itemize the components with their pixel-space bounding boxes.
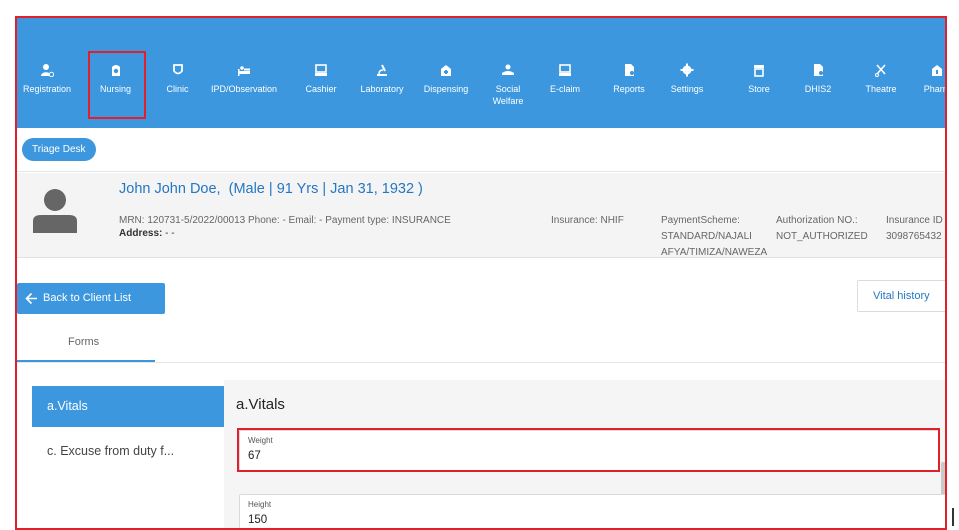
weight-field[interactable]: Weight 67 xyxy=(239,430,939,472)
patient-details: (Male | 91 Yrs | Jan 31, 1932 ) xyxy=(228,181,423,197)
nav-laboratory[interactable]: Laboratory xyxy=(355,56,409,128)
report-icon xyxy=(625,64,634,76)
nav-cashier[interactable]: Cashier xyxy=(298,56,344,128)
text-cursor-mark xyxy=(952,508,954,526)
nav-clinic-label: Clinic xyxy=(166,84,189,94)
nav-social-label: Social xyxy=(495,84,521,94)
tab-forms[interactable]: Forms xyxy=(15,327,155,362)
back-to-client-list-button[interactable]: Back to Client List xyxy=(17,283,165,314)
nav-dhis2-label: DHIS2 xyxy=(804,84,832,94)
patient-banner: John John Doe, (Male | 91 Yrs | Jan 31, … xyxy=(15,173,947,258)
document-icon xyxy=(814,64,823,76)
authorization-label: Authorization NO.: xyxy=(776,215,858,226)
insurance-id-value: 3098765432 xyxy=(886,231,942,242)
person-add-icon xyxy=(41,64,54,77)
nav-store-label: Store xyxy=(748,84,770,94)
nurse-icon xyxy=(111,65,120,76)
nav-nursing-label: Nursing xyxy=(99,84,131,94)
nav-pharmacy[interactable]: Pharm xyxy=(915,56,947,128)
shield-icon xyxy=(172,64,183,75)
authorization: Authorization NO.: NOT_AUTHORIZED xyxy=(776,213,868,245)
scissors-icon xyxy=(875,64,886,77)
vital-history-button[interactable]: Vital history xyxy=(857,280,947,312)
top-bar xyxy=(15,16,947,56)
authorization-value: NOT_AUTHORIZED xyxy=(776,231,868,242)
payment-scheme: PaymentScheme: STANDARD/NAJALI AFYA/TIMI… xyxy=(661,213,767,261)
weight-label: Weight xyxy=(248,436,273,445)
payment-scheme-value: STANDARD/NAJALI xyxy=(661,231,752,242)
nav-laboratory-label: Laboratory xyxy=(360,84,404,94)
nav-nursing[interactable]: Nursing xyxy=(88,56,143,128)
arrow-left-icon xyxy=(25,292,37,305)
height-value: 150 xyxy=(248,514,268,526)
pharmacy-icon xyxy=(932,65,942,76)
welfare-icon xyxy=(502,64,514,75)
insurance-id: Insurance ID 3098765432 xyxy=(886,213,943,245)
nav-reports-label: Reports xyxy=(613,84,645,94)
nav-ipd-label: IPD/Observation xyxy=(210,84,278,94)
nav-pharmacy-label: Pharm xyxy=(923,84,947,94)
nav-store[interactable]: Store xyxy=(737,56,781,128)
microscope-icon xyxy=(377,64,387,76)
height-field[interactable]: Height 150 xyxy=(239,494,947,530)
gear-icon xyxy=(680,63,694,77)
form-title: a.Vitals xyxy=(236,396,285,413)
nav-clinic[interactable]: Clinic xyxy=(155,56,200,128)
patient-name: John John Doe, xyxy=(119,181,221,197)
nav-theatre[interactable]: Theatre xyxy=(861,56,901,128)
nav-reports[interactable]: Reports xyxy=(607,56,651,128)
nav-settings[interactable]: Settings xyxy=(665,56,709,128)
nav-registration[interactable]: Registration xyxy=(17,56,77,128)
nav-registration-label: Registration xyxy=(22,84,72,94)
nav-cashier-label: Cashier xyxy=(305,84,337,94)
weight-value: 67 xyxy=(248,450,261,462)
patient-name-line: John John Doe, (Male | 91 Yrs | Jan 31, … xyxy=(119,181,423,197)
address-label: Address: xyxy=(119,228,163,239)
payment-scheme-label: PaymentScheme: xyxy=(661,215,740,226)
nav-e-claim-label: E-claim xyxy=(549,84,580,94)
height-label: Height xyxy=(248,500,272,509)
nav-settings-label: Settings xyxy=(670,84,704,94)
sidebar-item-vitals[interactable]: a.Vitals xyxy=(32,386,224,427)
nav-welfare-label: Welfare xyxy=(492,96,524,106)
sub-toolbar: Triage Desk xyxy=(15,128,947,172)
tab-divider xyxy=(15,362,947,363)
nav-social-welfare[interactable]: Social Welfare xyxy=(485,56,531,128)
nav-dispensing[interactable]: Dispensing xyxy=(416,56,476,128)
app-window: Registration Nursing Clinic IPD/Observat… xyxy=(15,16,947,530)
claim-icon xyxy=(559,64,571,76)
main-nav: Registration Nursing Clinic IPD/Observat… xyxy=(15,56,947,128)
patient-mrn-line: MRN: 120731-5/2022/00013 Phone: - Email:… xyxy=(119,215,451,226)
nav-dhis2[interactable]: DHIS2 xyxy=(798,56,838,128)
address-value: - - xyxy=(162,228,175,239)
nav-theatre-label: Theatre xyxy=(865,84,897,94)
payment-scheme-value-2: AFYA/TIMIZA/NAWEZA xyxy=(661,247,768,258)
nav-ipd-observation[interactable]: IPD/Observation xyxy=(201,56,287,128)
avatar-icon xyxy=(33,189,77,233)
store-icon xyxy=(754,65,764,77)
cash-register-icon xyxy=(315,64,327,76)
insurance-id-label: Insurance ID xyxy=(886,215,943,226)
patient-address: Address: - - xyxy=(119,228,175,239)
nav-dispensing-label: Dispensing xyxy=(423,84,469,94)
triage-desk-button[interactable]: Triage Desk xyxy=(22,138,96,161)
bed-icon xyxy=(238,66,250,76)
nav-e-claim[interactable]: E-claim xyxy=(543,56,587,128)
sidebar-item-excuse-from-duty[interactable]: c. Excuse from duty f... xyxy=(32,439,224,463)
patient-insurance: Insurance: NHIF xyxy=(551,215,624,226)
pharmacy-icon xyxy=(441,65,451,76)
back-label: Back to Client List xyxy=(43,292,132,304)
